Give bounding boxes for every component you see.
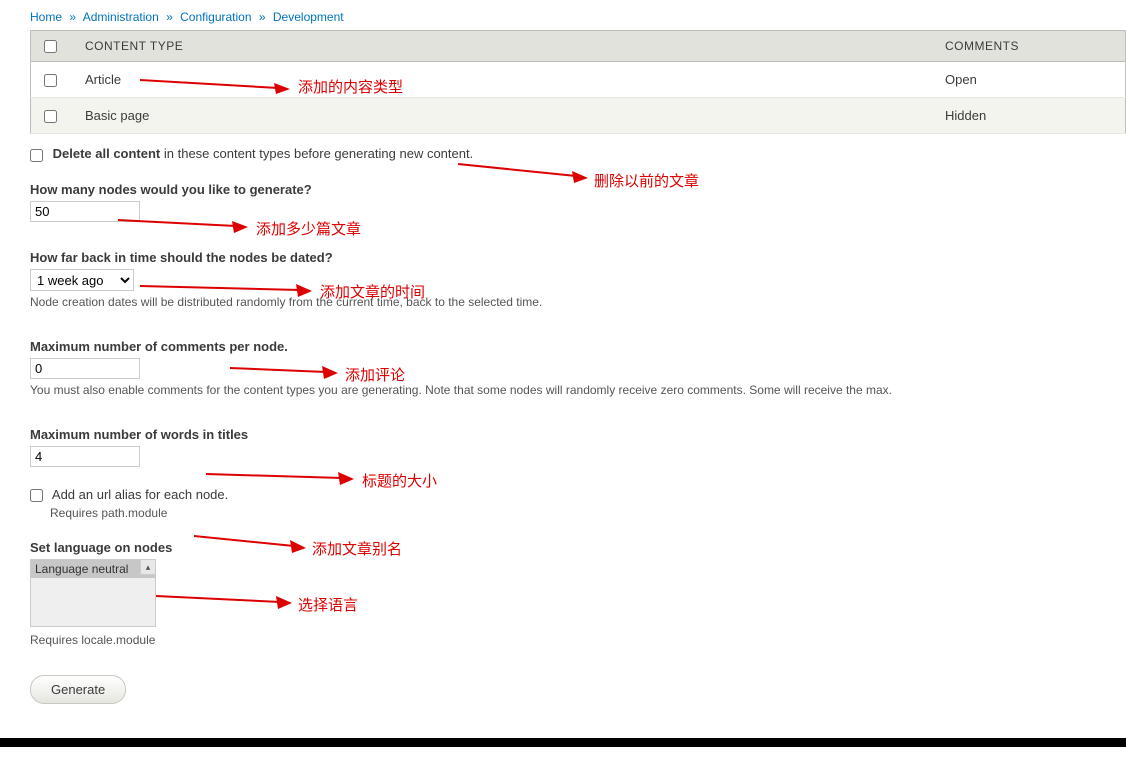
- footer-bar: [0, 738, 1126, 747]
- table-header-comments: COMMENTS: [935, 31, 1126, 62]
- annotation-arrow: [206, 466, 354, 486]
- generate-button[interactable]: Generate: [30, 675, 126, 704]
- date-back-select[interactable]: 1 week ago: [30, 269, 134, 291]
- url-alias-item: Add an url alias for each node. Requires…: [30, 487, 1096, 520]
- table-header-content-type: CONTENT TYPE: [75, 31, 935, 62]
- page-root: Home » Administration » Configuration » …: [0, 0, 1126, 747]
- delete-all-label-bold: Delete all content: [53, 146, 161, 161]
- row-comments: Open: [935, 62, 1126, 98]
- breadcrumb-configuration[interactable]: Configuration: [180, 10, 251, 24]
- max-comments-item: Maximum number of comments per node. You…: [30, 339, 1096, 397]
- date-back-item: How far back in time should the nodes be…: [30, 250, 1096, 309]
- row-checkbox-article[interactable]: [44, 74, 57, 87]
- breadcrumb-sep: »: [162, 10, 177, 24]
- row-name: Article: [75, 62, 935, 98]
- breadcrumb-sep: »: [65, 10, 80, 24]
- table-row: Article Open: [31, 62, 1126, 98]
- nodes-count-label: How many nodes would you like to generat…: [30, 182, 312, 197]
- language-item: Set language on nodes Language neutral ▴…: [30, 540, 1096, 647]
- url-alias-label: Add an url alias for each node.: [52, 487, 228, 502]
- language-option-neutral[interactable]: Language neutral: [31, 560, 155, 578]
- form-area: Delete all content in these content type…: [0, 146, 1126, 723]
- max-words-label: Maximum number of words in titles: [30, 427, 248, 442]
- breadcrumb-administration[interactable]: Administration: [83, 10, 159, 24]
- language-label: Set language on nodes: [30, 540, 172, 555]
- row-checkbox-basic-page[interactable]: [44, 110, 57, 123]
- max-words-input[interactable]: [30, 446, 140, 467]
- nodes-count-item: How many nodes would you like to generat…: [30, 182, 1096, 222]
- max-words-item: Maximum number of words in titles: [30, 427, 1096, 467]
- max-comments-label: Maximum number of comments per node.: [30, 339, 288, 354]
- breadcrumb: Home » Administration » Configuration » …: [0, 10, 1126, 30]
- breadcrumb-sep: »: [255, 10, 270, 24]
- url-alias-requires: Requires path.module: [50, 506, 1096, 520]
- language-requires: Requires locale.module: [30, 633, 1096, 647]
- breadcrumb-home[interactable]: Home: [30, 10, 62, 24]
- breadcrumb-development[interactable]: Development: [273, 10, 344, 24]
- row-comments: Hidden: [935, 98, 1126, 134]
- nodes-count-input[interactable]: [30, 201, 140, 222]
- delete-all-checkbox[interactable]: [30, 149, 43, 162]
- row-name: Basic page: [75, 98, 935, 134]
- content-type-table: CONTENT TYPE COMMENTS Article Open Basic…: [30, 30, 1126, 134]
- delete-all-label-suffix: in these content types before generating…: [160, 146, 473, 161]
- select-all-checkbox[interactable]: [44, 40, 57, 53]
- date-back-description: Node creation dates will be distributed …: [30, 295, 1096, 309]
- language-listbox[interactable]: Language neutral ▴: [30, 559, 156, 627]
- annotation-label: 添加多少篇文章: [256, 218, 361, 239]
- scroll-up-icon[interactable]: ▴: [140, 560, 155, 575]
- max-comments-description: You must also enable comments for the co…: [30, 383, 1096, 397]
- url-alias-checkbox[interactable]: [30, 489, 43, 502]
- delete-all-item: Delete all content in these content type…: [30, 146, 1096, 161]
- max-comments-input[interactable]: [30, 358, 140, 379]
- table-header-checkbox: [31, 31, 76, 62]
- table-row: Basic page Hidden: [31, 98, 1126, 134]
- date-back-label: How far back in time should the nodes be…: [30, 250, 333, 265]
